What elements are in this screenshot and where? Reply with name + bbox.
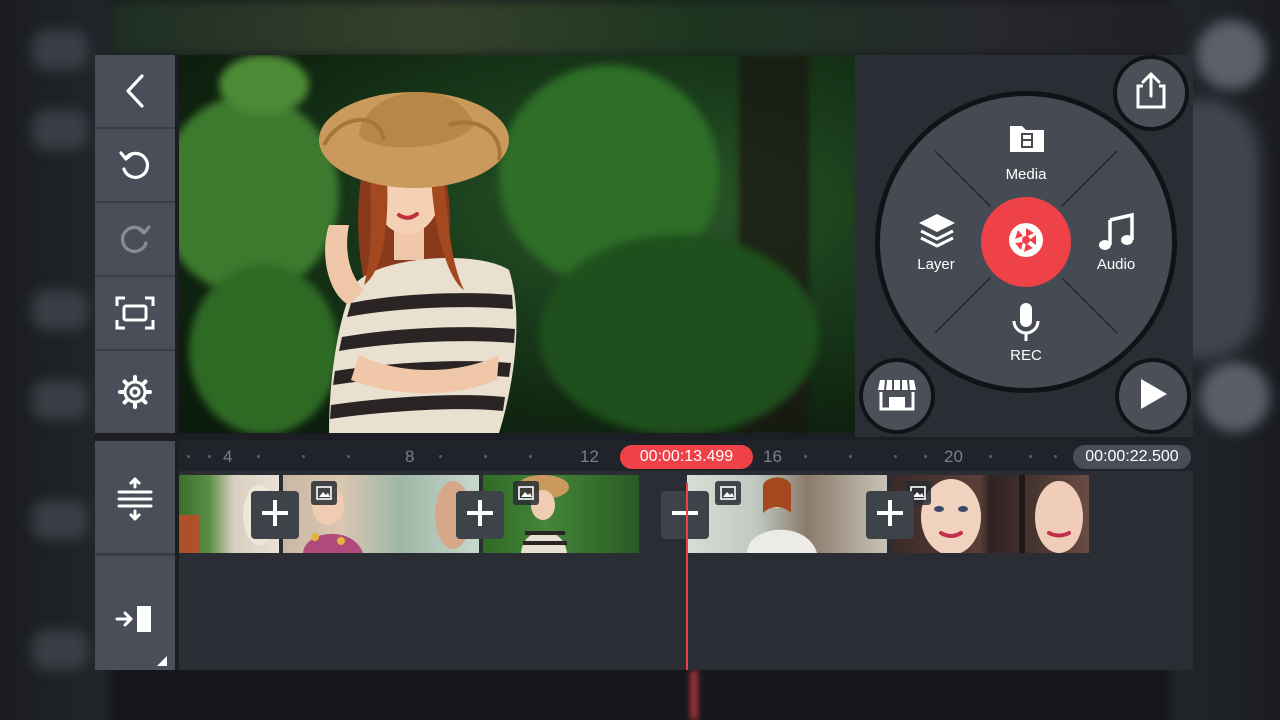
plus-icon xyxy=(874,497,906,534)
ruler-dot xyxy=(484,455,487,458)
ruler-tick: 4 xyxy=(223,447,233,466)
timeline-side-tools xyxy=(95,441,175,670)
camera-shutter-icon xyxy=(1007,221,1045,264)
video-preview[interactable] xyxy=(179,55,855,433)
video-clip[interactable] xyxy=(283,475,479,553)
capture-button[interactable] xyxy=(95,277,175,351)
clip-track[interactable] xyxy=(179,475,1099,553)
jump-to-end-button[interactable] xyxy=(95,581,175,661)
redo-button[interactable] xyxy=(95,203,175,277)
store-icon xyxy=(877,376,917,417)
blurred-backdrop-top xyxy=(110,0,1190,56)
current-time-badge: 00:00:13.499 xyxy=(620,445,753,469)
ruler-dot xyxy=(804,455,807,458)
add-transition-button[interactable] xyxy=(866,491,914,539)
gear-icon xyxy=(118,375,152,409)
ruler-tick: 8 xyxy=(405,447,415,466)
ruler-tick: 20 xyxy=(944,447,963,466)
video-clip[interactable] xyxy=(483,475,639,553)
chevron-left-icon xyxy=(122,73,148,109)
ruler-dot xyxy=(894,455,897,458)
ruler-dot xyxy=(347,455,350,458)
preview-subject xyxy=(319,92,517,433)
resize-corner-icon xyxy=(157,656,167,666)
image-badge-icon xyxy=(715,481,741,505)
blurred-backdrop-icon xyxy=(32,380,88,420)
music-note-icon xyxy=(1098,212,1134,257)
undo-icon xyxy=(117,147,153,183)
ruler-dot xyxy=(989,455,992,458)
ruler-dot xyxy=(529,455,532,458)
ruler-dot xyxy=(439,455,442,458)
ruler-dot xyxy=(849,455,852,458)
minus-icon xyxy=(669,497,701,534)
blurred-backdrop-icon xyxy=(32,110,88,150)
media-wheel: Media Layer Audio REC xyxy=(880,96,1172,388)
media-controls-panel: Media Layer Audio REC xyxy=(855,55,1193,437)
folder-film-icon xyxy=(1008,120,1046,159)
ruler-dot xyxy=(187,455,190,458)
blurred-backdrop-icon xyxy=(32,630,88,670)
clip-thumbnail xyxy=(517,475,569,553)
play-button[interactable] xyxy=(1119,362,1187,430)
timeline-expand-icon xyxy=(117,477,153,526)
audio-button[interactable]: Audio xyxy=(1076,208,1156,278)
timeline-side-divider xyxy=(95,553,175,556)
add-transition-button[interactable] xyxy=(251,491,299,539)
media-label: Media xyxy=(1005,166,1047,183)
ruler-dot xyxy=(1029,455,1032,458)
image-badge-icon xyxy=(311,481,337,505)
video-clip[interactable] xyxy=(687,475,887,553)
blurred-backdrop-play xyxy=(1200,362,1270,432)
total-duration-badge: 00:00:22.500 xyxy=(1073,445,1191,469)
layer-label: Layer xyxy=(917,256,955,273)
plus-icon xyxy=(464,497,496,534)
jump-to-end-icon xyxy=(115,604,155,639)
plus-icon xyxy=(259,497,291,534)
layers-icon xyxy=(917,212,957,257)
undo-button[interactable] xyxy=(95,129,175,203)
ruler-tick: 16 xyxy=(763,447,782,466)
image-badge-icon xyxy=(513,481,539,505)
audio-label: Audio xyxy=(1096,256,1136,273)
play-icon xyxy=(1137,377,1169,416)
media-button[interactable]: Media xyxy=(986,120,1066,190)
layer-button[interactable]: Layer xyxy=(896,208,976,278)
video-editor-window: Media Layer Audio REC 4 8 12 16 20 00:00… xyxy=(95,55,1193,670)
ruler-tick: 12 xyxy=(580,447,599,466)
left-toolbar xyxy=(95,55,175,433)
asset-store-button[interactable] xyxy=(863,362,931,430)
blurred-backdrop-playhead xyxy=(690,670,698,720)
ruler-dot xyxy=(257,455,260,458)
video-clip[interactable] xyxy=(891,475,1089,553)
playhead[interactable] xyxy=(686,483,688,670)
timeline-expand-button[interactable] xyxy=(95,461,175,541)
settings-button[interactable] xyxy=(95,351,175,433)
add-transition-button[interactable] xyxy=(456,491,504,539)
transition-button[interactable] xyxy=(661,491,709,539)
ruler-dot xyxy=(302,455,305,458)
rec-label: REC xyxy=(1010,347,1042,364)
blurred-backdrop-icon xyxy=(32,500,88,540)
blurred-backdrop-share xyxy=(1196,20,1266,90)
time-ruler[interactable]: 4 8 12 16 20 00:00:13.499 00:00:22.500 xyxy=(179,441,1193,471)
blurred-backdrop-icon xyxy=(32,290,88,330)
ruler-dot xyxy=(1054,455,1057,458)
capture-frame-icon xyxy=(115,296,155,330)
redo-icon xyxy=(117,221,153,257)
back-button[interactable] xyxy=(95,55,175,129)
microphone-icon xyxy=(1010,301,1042,348)
blurred-backdrop-icon xyxy=(32,30,88,70)
ruler-dot xyxy=(208,455,211,458)
rec-button[interactable]: REC xyxy=(986,301,1066,376)
ruler-dot xyxy=(924,455,927,458)
capture-record-button[interactable] xyxy=(981,197,1071,287)
